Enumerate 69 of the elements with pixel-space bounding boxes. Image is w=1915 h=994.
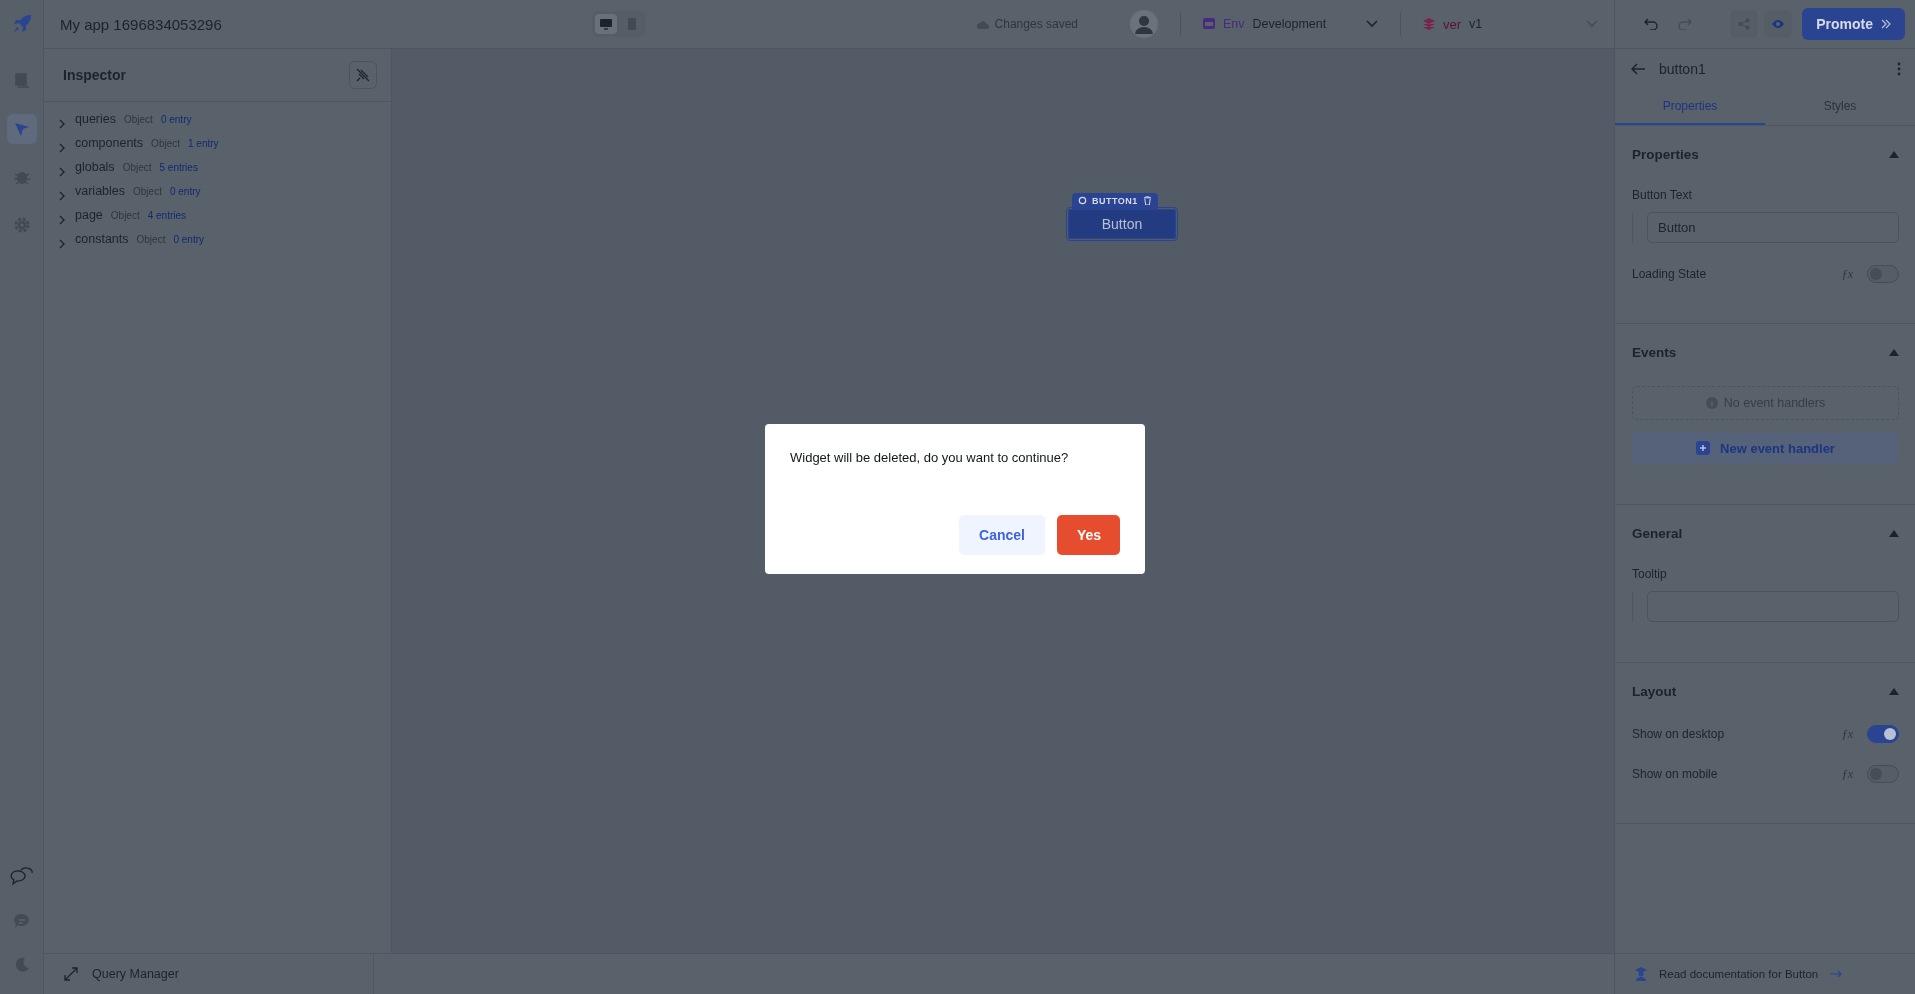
arrow-right-icon: [1830, 970, 1843, 978]
monitor-icon: [600, 18, 612, 30]
documentation-link[interactable]: Read documentation for Button: [1659, 968, 1819, 980]
tree-node-name[interactable]: queries: [75, 112, 116, 126]
text-field[interactable]: Button: [1647, 212, 1899, 243]
eye-icon: [1772, 19, 1785, 29]
add-handler-button[interactable]: New event handler: [1632, 432, 1899, 464]
double-chevron-icon: [1881, 19, 1891, 29]
widget-tag[interactable]: BUTTON1: [1072, 192, 1158, 209]
cancel-button[interactable]: Cancel: [959, 515, 1045, 555]
layers-icon: [1423, 18, 1435, 30]
more-icon[interactable]: [1897, 62, 1901, 76]
caret-icon[interactable]: [57, 167, 67, 177]
section-title: Properties: [1632, 146, 1699, 162]
caret-icon[interactable]: [57, 119, 67, 129]
tree-node-count: 1 entry: [188, 138, 219, 149]
confirm-button[interactable]: Yes: [1057, 515, 1120, 555]
caret-icon[interactable]: [57, 191, 67, 201]
settings-icon: [12, 216, 31, 234]
plus-icon: [1696, 441, 1711, 455]
tree-node-count: 0 entry: [169, 186, 201, 197]
field-label: Show on mobile: [1632, 767, 1719, 781]
device-toggle[interactable]: [595, 14, 617, 34]
field-label: Show on desktop: [1632, 727, 1726, 741]
promote-button[interactable]: Promote: [1802, 8, 1905, 40]
caret-icon[interactable]: [57, 143, 67, 153]
collapse-icon[interactable]: [1889, 687, 1899, 695]
caret-icon[interactable]: [57, 239, 67, 249]
tab[interactable]: Properties: [1615, 89, 1765, 125]
settings-icon: [1078, 196, 1087, 205]
tree-node-name[interactable]: variables: [75, 184, 126, 198]
section-title: Events: [1632, 344, 1677, 360]
collapse-icon[interactable]: [1889, 348, 1899, 356]
tree-node-name[interactable]: page: [75, 208, 103, 222]
tree-node-count: 0 entry: [160, 114, 192, 125]
toggle-switch[interactable]: [1867, 725, 1899, 743]
unpin-button[interactable]: [349, 61, 377, 89]
tree-node-count: 0 entry: [173, 234, 204, 245]
collapse-icon[interactable]: [1889, 150, 1899, 158]
app-title: My app 1696834053296: [60, 15, 223, 33]
avatar[interactable]: [1130, 10, 1158, 38]
sidebar-item[interactable]: [6, 114, 37, 144]
section-title: General: [1632, 525, 1683, 541]
chevron-down-icon: [1366, 20, 1378, 28]
cursor-icon: [12, 120, 31, 138]
collapse-icon[interactable]: [1889, 529, 1899, 537]
widget-name: BUTTON1: [1092, 195, 1138, 206]
tree-node-name[interactable]: globals: [75, 160, 115, 174]
trash-icon[interactable]: [1142, 196, 1152, 205]
field-label: Loading State: [1632, 267, 1708, 281]
canvas-button-widget[interactable]: Button: [1068, 209, 1176, 239]
environment-icon: [1203, 18, 1215, 30]
dialog-message: Widget will be deleted, do you want to continue?: [790, 450, 1070, 465]
undo-icon: [1644, 18, 1658, 30]
component-name: button1: [1659, 61, 1707, 77]
expand-icon: [64, 967, 78, 981]
caret-icon[interactable]: [57, 215, 67, 225]
graduate-icon: [1635, 967, 1647, 981]
tree-node-count: 5 entries: [159, 162, 198, 173]
field-label: Button Text: [1632, 188, 1693, 202]
preview-button[interactable]: [1764, 10, 1793, 38]
back-arrow-icon[interactable]: [1631, 63, 1645, 75]
tree-node-name[interactable]: components: [75, 136, 144, 150]
field-label: Tooltip: [1632, 567, 1668, 581]
tree-node-name[interactable]: constants: [75, 232, 129, 246]
panel-title: Inspector: [63, 67, 126, 83]
section-title: Layout: [1632, 683, 1677, 699]
tree-node-count: 4 entries: [147, 210, 187, 221]
version-select[interactable]: ver v1: [1423, 16, 1598, 32]
